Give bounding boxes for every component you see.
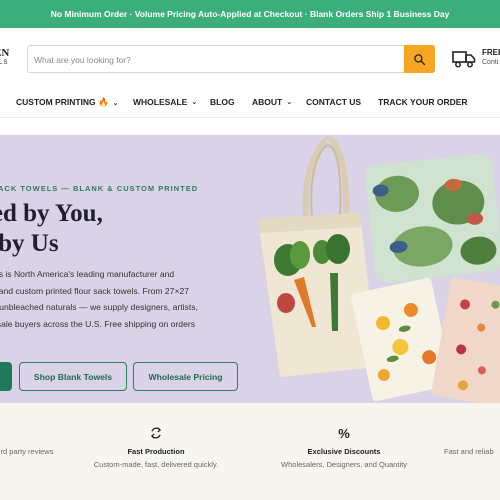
feature-subtitle: Fast and reliab — [444, 447, 494, 456]
hero-banner: SACK TOWELS — BLANK & CUSTOM PRINTED ned… — [0, 135, 500, 403]
hero-heading-line: ned by You, — [0, 200, 103, 227]
search-input[interactable] — [34, 52, 394, 68]
feature-title: Exclusive Discounts — [307, 447, 381, 456]
refresh-icon — [150, 427, 162, 439]
announcement-bar: No Minimum Order · Volume Pricing Auto-A… — [0, 0, 500, 28]
hero-heading: ned by You, d by Us — [0, 199, 103, 259]
logo-subtext: ELS — [0, 60, 9, 66]
nav-label: BLOG — [210, 97, 235, 107]
search-icon — [414, 53, 426, 65]
logo-text: EN — [0, 47, 10, 59]
nav-label: WHOLESALE — [133, 97, 188, 107]
nav-custom-printing[interactable]: CUSTOM PRINTING 🔥 ⌄ — [16, 97, 118, 108]
announcement-text: No Minimum Order · Volume Pricing Auto-A… — [50, 9, 450, 19]
header: EN ELS FREE Conti — [0, 28, 500, 90]
hero-description-line: esale buyers across the U.S. Free shippi… — [0, 318, 196, 329]
chevron-down-icon: ⌄ — [286, 99, 293, 106]
hero-description: els is North America's leading manufactu… — [0, 266, 198, 332]
truck-icon — [452, 51, 476, 68]
feature-reviews: rd party reviews — [0, 425, 82, 456]
hero-description-line: els is North America's leading manufactu… — [0, 269, 175, 279]
nav-label: CONTACT US — [306, 97, 362, 107]
search-bar — [27, 45, 435, 73]
features-strip: rd party reviews Fast Production Custom-… — [0, 403, 500, 500]
shipping-subtitle: Conti — [482, 59, 499, 66]
feature-fast-shipping: Fast and reliab — [444, 425, 500, 456]
logo[interactable]: EN ELS — [0, 48, 9, 68]
hero-primary-button[interactable] — [0, 362, 12, 391]
hero-product-image — [258, 136, 500, 403]
nav-about[interactable]: ABOUT ⌄ — [252, 97, 292, 107]
feature-fast-production: Fast Production Custom-made, fast, deliv… — [86, 425, 226, 469]
percent-icon: % — [338, 425, 350, 441]
nav-label: CUSTOM PRINTING 🔥 — [16, 97, 109, 107]
feature-title: Fast Production — [127, 447, 185, 456]
search-button[interactable] — [404, 45, 435, 73]
hero-description-line: k and custom printed flour sack towels. … — [0, 285, 190, 296]
nav-label: ABOUT — [252, 97, 283, 107]
nav-label: TRACK YOUR ORDER — [378, 97, 468, 107]
free-shipping-info[interactable]: FREE Conti — [452, 46, 500, 72]
feature-subtitle: Wholesalers, Designers, and Quantity — [281, 460, 407, 469]
nav-contact-us[interactable]: CONTACT US — [306, 97, 361, 107]
hero-eyebrow: SACK TOWELS — BLANK & CUSTOM PRINTED — [0, 184, 199, 193]
wholesale-pricing-button[interactable]: Wholesale Pricing — [133, 362, 238, 391]
hero-heading-line: d by Us — [0, 230, 59, 257]
feature-subtitle: Custom-made, fast, delivered quickly. — [93, 460, 219, 469]
main-nav: CUSTOM PRINTING 🔥 ⌄ WHOLESALE ⌄ BLOG ABOUT… — [0, 90, 500, 118]
chevron-down-icon: ⌄ — [191, 99, 198, 106]
feature-exclusive-discounts: % Exclusive Discounts Wholesalers, Desig… — [274, 425, 414, 470]
nav-track-order[interactable]: TRACK YOUR ORDER — [378, 97, 468, 107]
nav-blog[interactable]: BLOG — [210, 97, 235, 107]
nav-wholesale[interactable]: WHOLESALE ⌄ — [133, 97, 197, 107]
shop-blank-towels-button[interactable]: Shop Blank Towels — [19, 362, 127, 391]
feature-subtitle: rd party reviews — [0, 447, 54, 456]
shipping-title: FREE — [482, 48, 500, 57]
chevron-down-icon: ⌄ — [112, 99, 119, 107]
hero-description-line: o unbleached naturals — we supply design… — [0, 302, 198, 312]
